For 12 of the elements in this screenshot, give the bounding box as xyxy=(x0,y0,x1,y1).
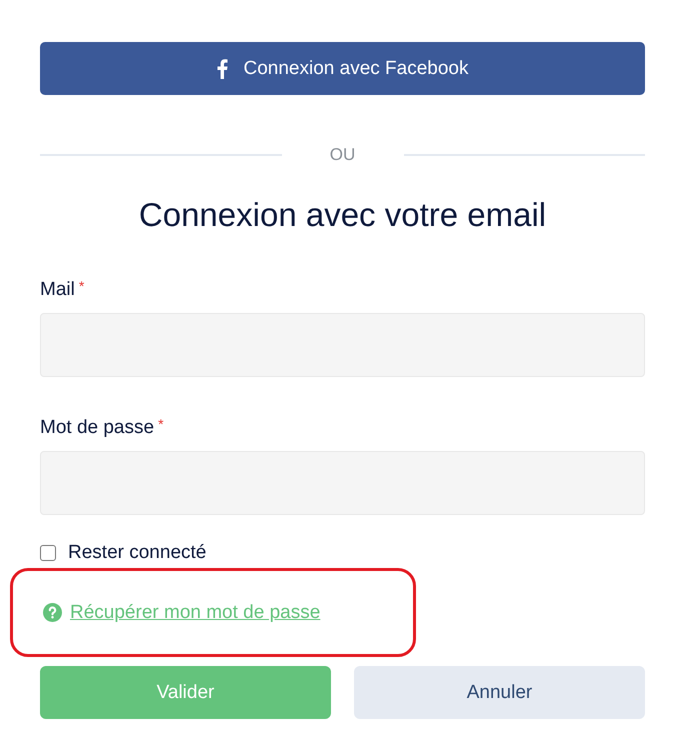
required-mark: * xyxy=(158,417,164,431)
field-label: Mot de passe xyxy=(40,417,154,439)
help-icon xyxy=(43,603,62,622)
facebook-login-button[interactable]: Connexion avec Facebook xyxy=(40,42,645,95)
facebook-icon xyxy=(216,58,228,78)
divider-label: OU xyxy=(328,145,356,165)
cancel-button[interactable]: Annuler xyxy=(354,666,645,719)
required-mark: * xyxy=(78,279,84,293)
field-label: Mail xyxy=(40,279,75,301)
checkbox[interactable] xyxy=(40,545,56,561)
form-heading: Connexion avec votre email xyxy=(138,195,548,235)
checkbox-label: Rester connecté xyxy=(68,542,206,564)
